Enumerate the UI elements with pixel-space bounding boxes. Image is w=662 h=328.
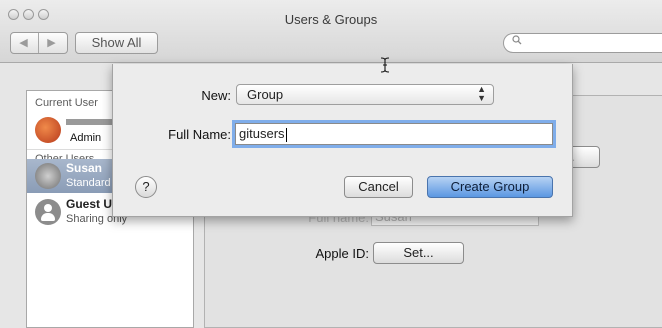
forward-button[interactable]: ▶ [43,33,60,53]
set-apple-id-button[interactable]: Set... [373,242,464,264]
avatar [35,163,61,189]
back-forward-control: ◀ ▶ [10,32,68,54]
full-name-value: gitusers [239,126,285,141]
current-user-role: Admin [70,132,102,144]
user-name: Susan [66,161,103,175]
guest-user-icon [35,199,61,225]
account-type-popup[interactable]: Group ▲ ▼ [236,84,494,105]
account-type-value: Group [247,87,284,102]
back-button[interactable]: ◀ [15,33,32,53]
cancel-button[interactable]: Cancel [344,176,413,198]
avatar [35,117,61,143]
full-name-label: Full Name: [168,127,231,142]
full-name-input[interactable]: gitusers [235,123,553,145]
new-account-sheet: New: Group ▲ ▼ Full Name: gitusers ? Canc… [112,64,573,217]
popup-arrows-icon: ▲ ▼ [477,84,486,103]
person-head [44,204,52,212]
person-body [41,213,55,221]
new-label: New: [201,88,231,103]
text-caret [285,127,287,142]
current-user-header: Current User [35,97,98,109]
redacted-name [66,119,112,125]
apple-id-label: Apple ID: [315,246,369,261]
user-role: Standard [66,177,111,189]
search-field[interactable] [503,33,662,53]
window-title: Users & Groups [284,12,378,27]
text-cursor-icon [380,57,390,73]
forward-arrow-icon: ▶ [47,37,56,49]
search-icon [512,35,522,45]
show-all-button[interactable]: Show All [75,32,158,54]
help-button[interactable]: ? [135,176,157,198]
segment-divider [38,33,39,53]
title-bar: Users & Groups ◀ ▶ Show All [0,0,662,63]
create-group-button[interactable]: Create Group [427,176,553,198]
back-arrow-icon: ◀ [19,37,28,49]
